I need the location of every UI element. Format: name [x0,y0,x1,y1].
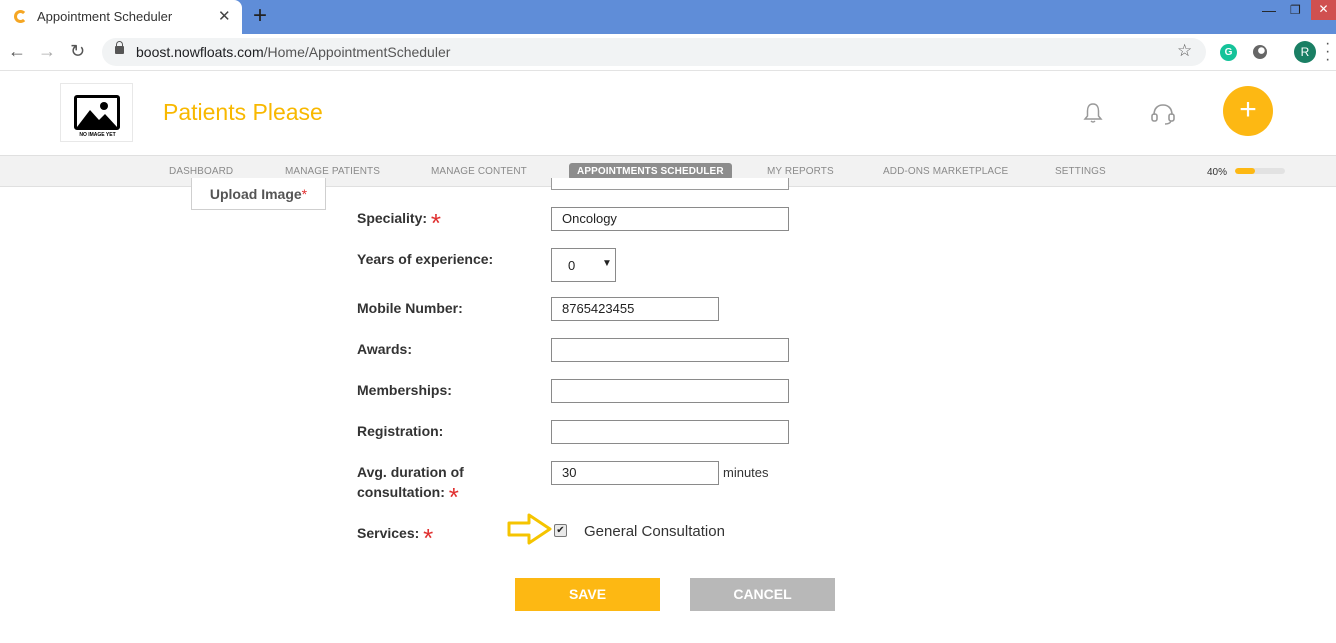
nav-item-manage-content[interactable]: MANAGE CONTENT [431,166,527,177]
browser-toolbar: ← → ↻ boost.nowfloats.com/Home/Appointme… [0,34,1336,71]
reload-icon[interactable]: ↻ [70,41,85,61]
speciality-label: Speciality: * [357,208,442,238]
window-close-button[interactable]: ✕ [1311,0,1336,20]
extension-icon[interactable] [1253,45,1267,59]
lock-icon [115,41,124,54]
new-tab-button[interactable]: + [253,3,267,29]
browser-tab-bar: Appointment Scheduler ✕ + — ❐ ✕ [0,0,1336,34]
support-headset-icon[interactable] [1150,102,1176,131]
tab-close-icon[interactable]: ✕ [218,7,231,25]
browser-tab-active[interactable]: Appointment Scheduler ✕ [0,0,242,34]
required-asterisk: * [423,523,434,553]
general-consultation-label: General Consultation [584,523,725,540]
tab-title: Appointment Scheduler [37,9,173,24]
grammarly-extension-icon[interactable]: G [1220,44,1237,61]
image-placeholder-icon [74,95,120,130]
required-asterisk: * [430,208,442,238]
arrow-pointer-icon [507,513,553,550]
cancel-button[interactable]: CANCEL [690,578,835,611]
save-button[interactable]: SAVE [515,578,660,611]
duration-input[interactable]: 30 [551,461,719,485]
logo-caption: NO IMAGE YET [79,132,116,138]
nav-item-settings[interactable]: SETTINGS [1055,166,1106,177]
browser-menu-icon[interactable]: · · · [1325,36,1330,68]
services-label: Services: * [357,523,434,553]
notification-bell-icon[interactable] [1083,102,1103,129]
awards-label: Awards: [357,341,412,357]
experience-select[interactable]: 0 ▼ [551,248,616,282]
add-button[interactable]: + [1223,86,1273,136]
mobile-input[interactable]: 8765423455 [551,297,719,321]
app-header: NO IMAGE YET Patients Please + [0,71,1336,155]
nav-item-my-reports[interactable]: MY REPORTS [767,166,834,177]
profile-completion-label: 40% [1207,167,1228,178]
clipped-input-field[interactable] [551,178,789,190]
registration-label: Registration: [357,423,444,439]
window-minimize-button[interactable]: — [1262,2,1276,18]
bookmark-star-icon[interactable]: ☆ [1177,41,1192,61]
profile-completion-bar [1235,168,1285,174]
window-restore-button[interactable]: ❐ [1290,3,1301,17]
memberships-label: Memberships: [357,382,452,398]
nav-item-dashboard[interactable]: DASHBOARD [169,166,233,177]
mobile-label: Mobile Number: [357,300,463,316]
forward-arrow-icon[interactable]: → [38,41,56,61]
memberships-input[interactable] [551,379,789,403]
profile-completion-fill [1235,168,1255,174]
awards-input[interactable] [551,338,789,362]
duration-label: Avg. duration of consultation: * [357,464,464,512]
address-bar[interactable]: boost.nowfloats.com/Home/AppointmentSche… [102,38,1206,66]
upload-image-button[interactable]: Upload Image* [191,178,326,210]
business-logo[interactable]: NO IMAGE YET [60,83,133,142]
duration-unit: minutes [723,465,769,480]
registration-input[interactable] [551,420,789,444]
profile-avatar[interactable]: R [1294,41,1316,63]
business-name: Patients Please [163,99,323,125]
general-consultation-checkbox[interactable]: ✔ [554,524,567,537]
required-asterisk: * [448,482,459,512]
back-arrow-icon[interactable]: ← [8,41,26,61]
url-text[interactable]: boost.nowfloats.com/Home/AppointmentSche… [136,44,450,60]
experience-label: Years of experience: [357,251,494,267]
speciality-input[interactable]: Oncology [551,207,789,231]
nav-item-add-ons-marketplace[interactable]: ADD-ONS MARKETPLACE [883,166,1008,177]
dropdown-caret-icon: ▼ [602,258,612,269]
site-favicon-icon [14,10,27,23]
nav-item-manage-patients[interactable]: MANAGE PATIENTS [285,166,380,177]
